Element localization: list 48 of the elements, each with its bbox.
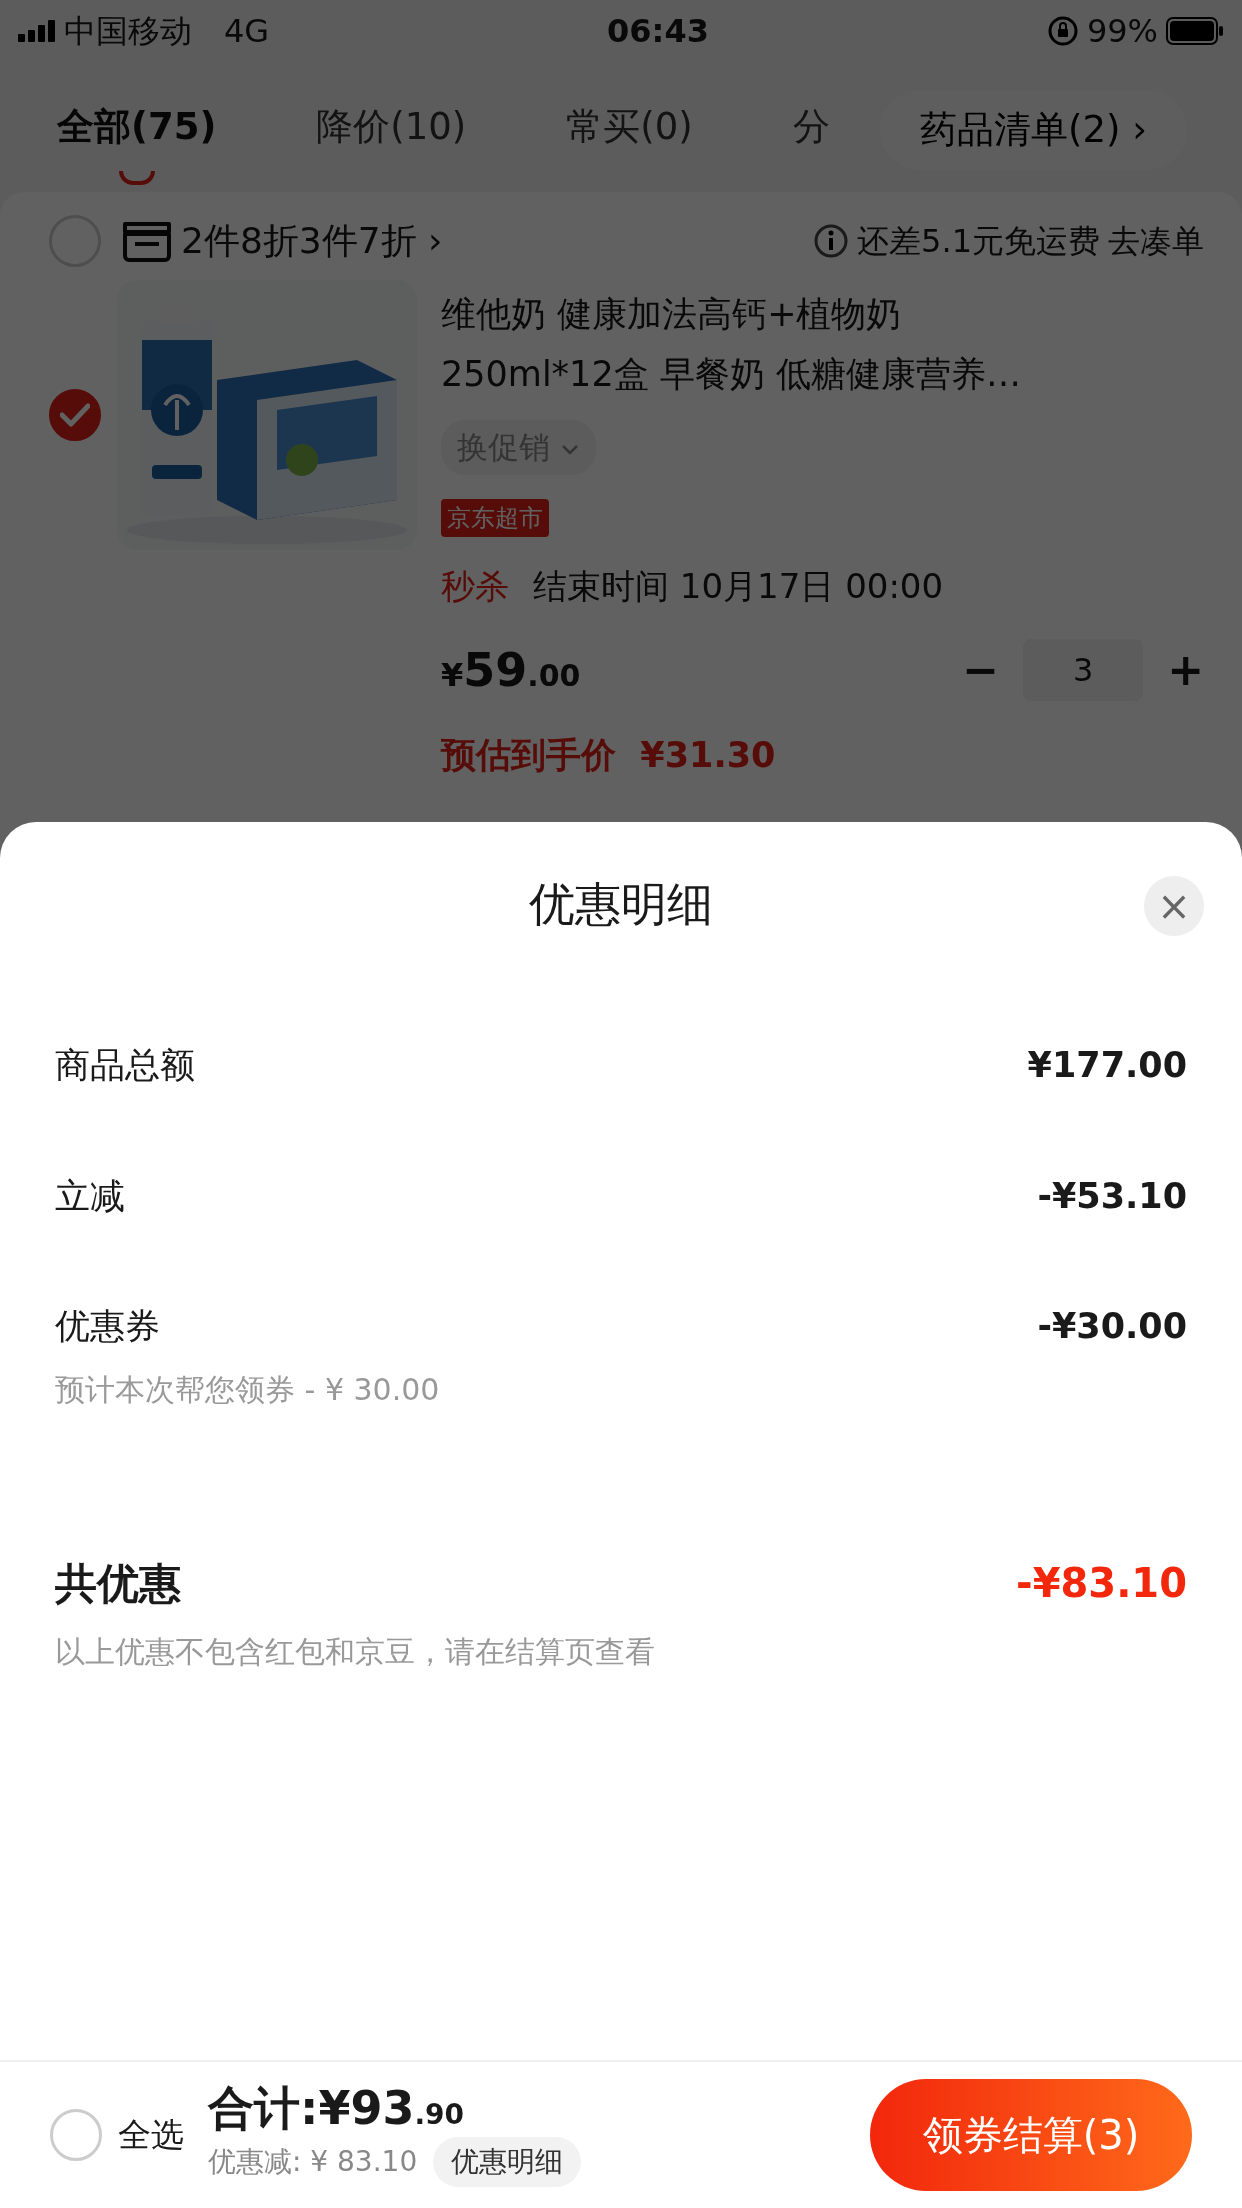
store-icon bbox=[121, 220, 173, 262]
summary-label: 立减 bbox=[55, 1174, 125, 1218]
quantity-field[interactable]: 3 bbox=[1023, 639, 1144, 701]
shipping-note: 还差5.1元免运费 bbox=[857, 221, 1100, 262]
category-tab[interactable]: 全部(75) bbox=[57, 99, 217, 185]
total-price: 合计:¥93.90 bbox=[208, 2082, 466, 2134]
summary-value: -¥30.00 bbox=[1037, 1305, 1187, 1348]
sheet-title: 优惠明细 bbox=[529, 877, 713, 931]
estimated-price: 预估到手价 ¥31.30 bbox=[441, 733, 777, 777]
category-tab[interactable]: 降价(10) bbox=[316, 99, 467, 155]
flash-sale-label: 秒杀 bbox=[441, 564, 509, 608]
flash-sale-end: 结束时间 10月17日 00:00 bbox=[533, 564, 944, 608]
promo-text[interactable]: 2件8折3件7折 › bbox=[181, 214, 443, 268]
select-all-checkbox[interactable] bbox=[50, 2109, 102, 2161]
select-all-label[interactable]: 全选 bbox=[118, 2110, 184, 2160]
info-icon bbox=[813, 223, 850, 259]
status-time: 06:43 bbox=[607, 12, 709, 50]
summary-label: 优惠券 bbox=[55, 1305, 160, 1348]
minus-button[interactable]: − bbox=[962, 637, 1000, 703]
product-title[interactable]: 维他奶 健康加法高钙+植物奶 bbox=[441, 284, 1204, 344]
summary-value: ¥177.00 bbox=[1027, 1044, 1187, 1087]
plus-button[interactable]: + bbox=[1167, 637, 1204, 703]
category-tab[interactable]: 常买(0) bbox=[566, 99, 693, 155]
summary-label: 共优惠 bbox=[55, 1557, 181, 1610]
close-button[interactable]: × bbox=[1144, 876, 1204, 936]
summary-note: 以上优惠不包含红包和京豆，请在结算页查看 bbox=[55, 1632, 656, 1671]
network-type: 4G bbox=[224, 11, 270, 52]
store-tag: 京东超市 bbox=[441, 498, 549, 537]
checkout-button[interactable]: 领券结算(3) bbox=[870, 2079, 1192, 2191]
summary-label: 商品总额 bbox=[55, 1044, 195, 1087]
chevron-down-icon bbox=[559, 442, 580, 457]
medicine-list-button[interactable]: 药品清单(2) › bbox=[880, 90, 1187, 170]
item-checkbox[interactable] bbox=[49, 389, 101, 441]
battery-percent: 99% bbox=[1086, 11, 1158, 52]
summary-value: -¥53.10 bbox=[1037, 1174, 1187, 1218]
category-tab[interactable]: 分 bbox=[792, 99, 830, 155]
signal-icon bbox=[18, 20, 56, 42]
summary-value: -¥83.10 bbox=[1016, 1559, 1187, 1608]
rotation-lock-icon bbox=[1046, 15, 1079, 47]
discount-text: 优惠减: ¥ 83.10 bbox=[208, 2144, 418, 2181]
checkmark-icon bbox=[60, 403, 90, 427]
carrier-name: 中国移动 bbox=[64, 11, 192, 52]
battery-icon bbox=[1166, 17, 1224, 45]
summary-note: 预计本次帮您领券 - ¥ 30.00 bbox=[55, 1370, 441, 1409]
discount-detail-button[interactable]: 优惠明细 bbox=[433, 2137, 582, 2188]
add-items-link[interactable]: 去凑单 bbox=[1108, 217, 1204, 265]
price: ¥59.00 bbox=[441, 641, 581, 699]
product-title[interactable]: 250ml*12盒 早餐奶 低糖健康营养… bbox=[441, 344, 1204, 404]
